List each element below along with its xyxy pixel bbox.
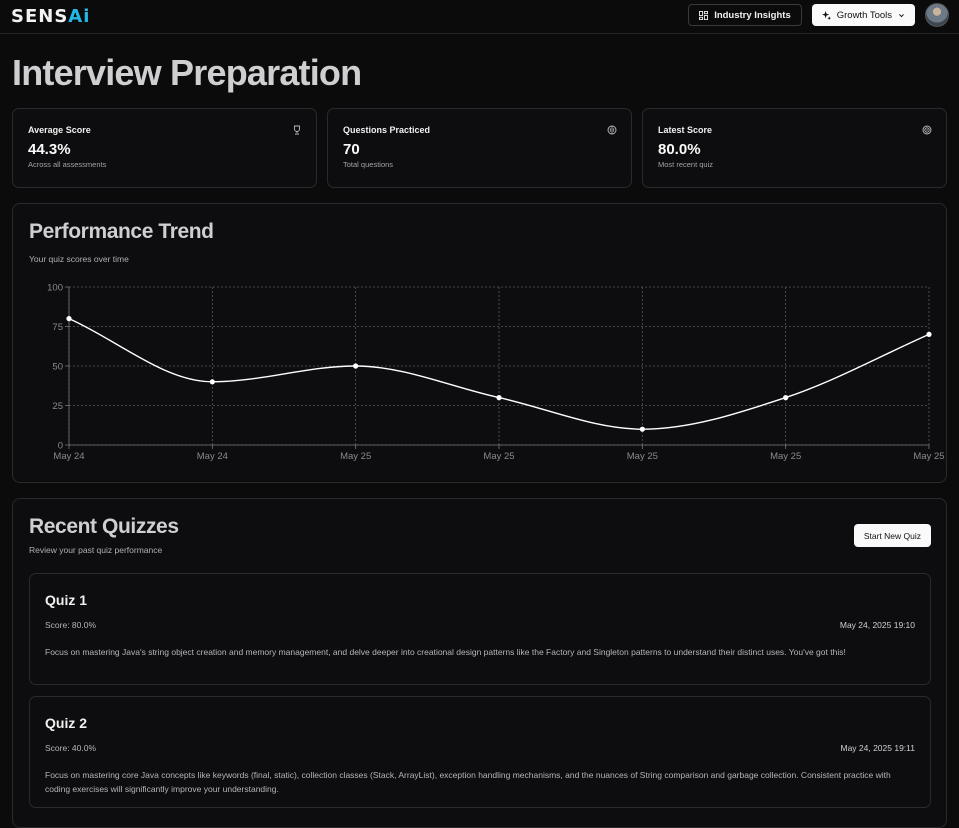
y-tick-label: 75 bbox=[52, 322, 63, 333]
sparkles-icon bbox=[821, 10, 831, 20]
quiz-card[interactable]: Quiz 1 Score: 80.0% May 24, 2025 19:10 F… bbox=[29, 573, 931, 685]
start-new-quiz-button[interactable]: Start New Quiz bbox=[853, 524, 931, 547]
stat-subtext: Most recent quiz bbox=[658, 160, 714, 169]
data-point bbox=[639, 426, 645, 432]
x-tick-label: May 25 bbox=[483, 451, 514, 462]
growth-tools-dropdown[interactable]: Growth Tools bbox=[811, 4, 915, 26]
stat-label: Latest Score bbox=[658, 125, 713, 135]
recent-quizzes-description: Review your past quiz performance bbox=[29, 545, 163, 555]
data-point bbox=[496, 395, 502, 401]
page-title: Interview Preparation bbox=[12, 52, 362, 93]
data-point bbox=[783, 395, 789, 401]
performance-trend-card: Performance Trend Your quiz scores over … bbox=[12, 203, 947, 483]
stat-label: Questions Practiced bbox=[343, 125, 431, 135]
x-tick-label: May 25 bbox=[340, 451, 371, 462]
questions-practiced-card: Questions Practiced 70 Total questions bbox=[327, 108, 632, 188]
trophy-icon bbox=[294, 125, 300, 135]
data-point bbox=[926, 331, 932, 337]
quiz-title: Quiz 1 bbox=[45, 592, 88, 608]
stat-label: Average Score bbox=[28, 125, 91, 135]
industry-insights-button[interactable]: Industry Insights bbox=[688, 4, 802, 26]
x-tick-label: May 25 bbox=[913, 451, 944, 462]
data-point bbox=[209, 379, 215, 385]
stat-value: 44.3% bbox=[28, 141, 71, 158]
recent-quizzes-title: Recent Quizzes bbox=[29, 515, 179, 538]
brain-icon bbox=[607, 125, 617, 135]
logo-accent-text: Ai bbox=[68, 6, 91, 27]
x-tick-label: May 24 bbox=[197, 451, 228, 462]
x-tick-label: May 25 bbox=[627, 451, 658, 462]
performance-line-chart: 0 25 50 75 100 May 24 May 24 May 25 May 25 May 25… bbox=[47, 283, 944, 463]
quiz-date: May 24, 2025 19:10 bbox=[839, 620, 915, 630]
app-logo[interactable]: SENSAi bbox=[11, 6, 90, 27]
target-icon bbox=[922, 125, 932, 135]
quiz-title: Quiz 2 bbox=[45, 715, 88, 731]
quiz-feedback: Focus on mastering core Java concepts li… bbox=[45, 770, 891, 794]
y-tick-label: 50 bbox=[52, 362, 63, 373]
top-navigation-bar: SENSAi Industry Insights Growth Tools bbox=[0, 0, 959, 34]
x-tick-label: May 25 bbox=[770, 451, 801, 462]
chevron-down-icon bbox=[899, 13, 904, 17]
stat-subtext: Across all assessments bbox=[28, 160, 107, 169]
quiz-date: May 24, 2025 19:11 bbox=[840, 743, 915, 753]
y-tick-label: 25 bbox=[52, 401, 63, 412]
latest-score-card: Latest Score 80.0% Most recent quiz bbox=[642, 108, 947, 188]
recent-quizzes-card: Recent Quizzes Review your past quiz per… bbox=[12, 498, 947, 828]
x-tick-label: May 24 bbox=[53, 451, 84, 462]
average-score-card: Average Score 44.3% Across all assessmen… bbox=[12, 108, 317, 188]
industry-insights-label: Industry Insights bbox=[714, 9, 791, 21]
stat-value: 80.0% bbox=[658, 141, 701, 158]
data-point bbox=[66, 316, 72, 322]
quiz-score: Score: 40.0% bbox=[45, 743, 97, 753]
quiz-card[interactable]: Quiz 2 Score: 40.0% May 24, 2025 19:11 F… bbox=[29, 696, 931, 808]
stat-subtext: Total questions bbox=[343, 160, 394, 169]
dashboard-icon bbox=[699, 10, 709, 20]
data-point bbox=[353, 363, 359, 369]
growth-tools-label: Growth Tools bbox=[836, 9, 892, 21]
y-tick-label: 0 bbox=[58, 441, 63, 452]
y-tick-label: 100 bbox=[47, 283, 63, 294]
logo-text: SENS bbox=[11, 6, 69, 27]
user-avatar[interactable] bbox=[925, 3, 949, 27]
stat-value: 70 bbox=[343, 141, 360, 158]
quiz-feedback: Focus on mastering Java's string object … bbox=[45, 647, 846, 657]
quiz-score: Score: 80.0% bbox=[45, 620, 97, 630]
